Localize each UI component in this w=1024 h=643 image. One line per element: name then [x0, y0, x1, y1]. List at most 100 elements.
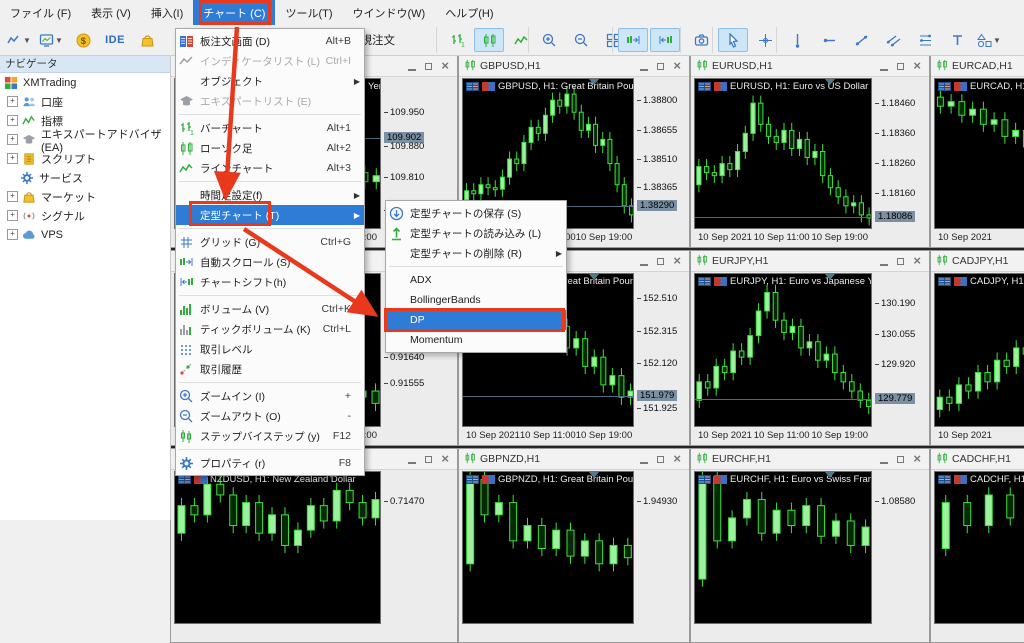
one-click-trading-icon[interactable] — [714, 277, 727, 286]
expand-plus-icon[interactable]: + — [7, 134, 18, 145]
minimize-button[interactable] — [408, 462, 416, 464]
one-click-trading-icon[interactable] — [954, 475, 967, 484]
chart-menu-item-s[interactable]: 自動スクロール (S) — [176, 252, 364, 272]
chart-plot[interactable]: EURJPY, H1: Euro vs Japanese Yen — [694, 273, 872, 427]
chart-plot[interactable]: EURCAD, H1: Euro vs Canadian Dollar — [934, 78, 1024, 229]
maximize-button[interactable] — [897, 63, 904, 70]
depth-of-market-icon[interactable] — [938, 475, 951, 484]
fibo-lines-button[interactable] — [910, 28, 940, 52]
market-bag-button[interactable] — [132, 28, 162, 52]
dollar-coin-button[interactable]: $ — [68, 28, 98, 52]
depth-of-market-icon[interactable] — [938, 277, 951, 286]
chart-titlebar[interactable]: CADJPY,H1× — [931, 251, 1024, 272]
expand-plus-icon[interactable]: + — [7, 229, 18, 240]
chart-menu-item-k[interactable]: ティックボリューム (K)Ctrl+L — [176, 319, 364, 339]
chart-menu-item-t[interactable]: 定型チャート (T)▶ — [176, 205, 364, 225]
menubar-item-F[interactable]: ファイル (F) — [0, 0, 81, 25]
maximize-button[interactable] — [897, 258, 904, 265]
chart-window-button[interactable]: ▼ — [36, 28, 66, 52]
close-icon[interactable]: × — [673, 454, 681, 464]
chart-plot[interactable]: EURCHF, H1: Euro vs Swiss Franc — [694, 471, 872, 624]
maximize-button[interactable] — [657, 63, 664, 70]
chart-titlebar[interactable]: EURJPY,H1× — [691, 251, 929, 272]
depth-of-market-icon[interactable] — [698, 277, 711, 286]
close-icon[interactable]: × — [441, 454, 449, 464]
close-icon[interactable]: × — [913, 61, 921, 71]
chart-type-button[interactable]: ▼ — [4, 28, 34, 52]
maximize-button[interactable] — [657, 258, 664, 265]
navigator-item[interactable]: +マーケット — [0, 187, 170, 206]
chart-menu-item-[interactable]: 取引履歴 — [176, 359, 364, 379]
expand-plus-icon[interactable]: + — [7, 153, 18, 164]
depth-of-market-icon[interactable] — [698, 475, 711, 484]
chart-menu-item-o[interactable]: ズームアウト (O)- — [176, 406, 364, 426]
minimize-button[interactable] — [640, 69, 648, 71]
chart-menu-item-d[interactable]: 板注文画面 (D)Alt+B — [176, 31, 364, 51]
minimize-button[interactable] — [880, 264, 888, 266]
trendline-button[interactable] — [846, 28, 876, 52]
chart-plot[interactable]: NZDUSD, H1: New Zealand Dollar — [174, 471, 381, 624]
zoom-in-button[interactable] — [534, 28, 564, 52]
chart-plot[interactable]: EURUSD, H1: Euro vs US Dollar — [694, 78, 872, 229]
channel-button[interactable] — [878, 28, 908, 52]
chart-titlebar[interactable]: GBPNZD,H1× — [459, 449, 689, 470]
zoom-out-button[interactable] — [566, 28, 596, 52]
menubar-item-W[interactable]: ウインドウ(W) — [343, 0, 436, 25]
close-icon[interactable]: × — [913, 256, 921, 266]
minimize-button[interactable] — [640, 264, 648, 266]
menubar-item-T[interactable]: ツール(T) — [275, 0, 342, 25]
navigator-item[interactable]: +シグナル — [0, 206, 170, 225]
one-click-trading-icon[interactable] — [954, 277, 967, 286]
shapes-button[interactable]: ▼ — [974, 28, 1004, 52]
menubar-item-H[interactable]: ヘルプ(H) — [435, 0, 503, 25]
minimize-button[interactable] — [640, 462, 648, 464]
template-submenu-item-momentum[interactable]: Momentum — [386, 330, 566, 350]
expand-plus-icon[interactable]: + — [7, 210, 18, 221]
close-icon[interactable]: × — [913, 454, 921, 464]
maximize-button[interactable] — [425, 456, 432, 463]
close-icon[interactable]: × — [673, 61, 681, 71]
expand-plus-icon[interactable]: + — [7, 115, 18, 126]
one-click-trading-icon[interactable] — [482, 82, 495, 91]
navigator-item[interactable]: +VPS — [0, 225, 170, 244]
expand-plus-icon[interactable]: + — [7, 96, 18, 107]
chart-shift-button[interactable] — [650, 28, 680, 52]
chart-menu-item-e[interactable]: エキスパートリスト (E) — [176, 91, 364, 111]
navigator-item[interactable]: サービス — [0, 168, 170, 187]
maximize-button[interactable] — [425, 63, 432, 70]
expand-plus-icon[interactable]: + — [7, 191, 18, 202]
bar-chart-button[interactable]: 1 — [442, 28, 472, 52]
one-click-trading-icon[interactable] — [714, 475, 727, 484]
chart-menu-item-v[interactable]: ボリューム (V)Ctrl+K — [176, 299, 364, 319]
template-submenu-item-s[interactable]: 定型チャートの保存 (S) — [386, 203, 566, 223]
template-submenu-item-dp[interactable]: DP — [386, 310, 566, 330]
one-click-trading-icon[interactable] — [482, 475, 495, 484]
chart-titlebar[interactable]: EURCAD,H1× — [931, 56, 1024, 77]
one-click-trading-icon[interactable] — [714, 82, 727, 91]
template-submenu-item-l[interactable]: 定型チャートの読み込み (L) — [386, 223, 566, 243]
chart-menu-item-l[interactable]: インディケータリスト (L)Ctrl+I — [176, 51, 364, 71]
navigator-item[interactable]: +口座 — [0, 92, 170, 111]
chart-menu-item-f[interactable]: 時間足設定(f)▶ — [176, 185, 364, 205]
template-submenu-item-r[interactable]: 定型チャートの削除 (R)▶ — [386, 243, 566, 263]
depth-of-market-icon[interactable] — [466, 82, 479, 91]
minimize-button[interactable] — [880, 462, 888, 464]
ide-text-button[interactable]: IDE — [100, 28, 130, 52]
chart-plot[interactable]: GBPNZD, H1: Great Britain Pound — [462, 471, 634, 624]
chart-menu-item-[interactable]: 取引レベル — [176, 339, 364, 359]
chart-menu-item-y[interactable]: ステップバイステップ (y)F12 — [176, 426, 364, 446]
depth-of-market-icon[interactable] — [178, 475, 191, 484]
template-submenu-item-adx[interactable]: ADX — [386, 270, 566, 290]
chart-menu-item-g[interactable]: グリッド (G)Ctrl+G — [176, 232, 364, 252]
minimize-button[interactable] — [408, 69, 416, 71]
text-button[interactable] — [942, 28, 972, 52]
template-submenu-item-bollingerbands[interactable]: BollingerBands — [386, 290, 566, 310]
depth-of-market-icon[interactable] — [938, 82, 951, 91]
chart-menu-item-[interactable]: 1バーチャートAlt+1 — [176, 118, 364, 138]
menubar-item-V[interactable]: 表示 (V) — [81, 0, 141, 25]
horizontal-line-button[interactable] — [814, 28, 844, 52]
chart-menu-item-[interactable]: ラインチャートAlt+3 — [176, 158, 364, 178]
depth-of-market-icon[interactable] — [466, 475, 479, 484]
chart-plot[interactable]: CADCHF, H1: Canadian Dollar — [934, 471, 1024, 624]
chart-menu-item-[interactable]: オブジェクト▶ — [176, 71, 364, 91]
